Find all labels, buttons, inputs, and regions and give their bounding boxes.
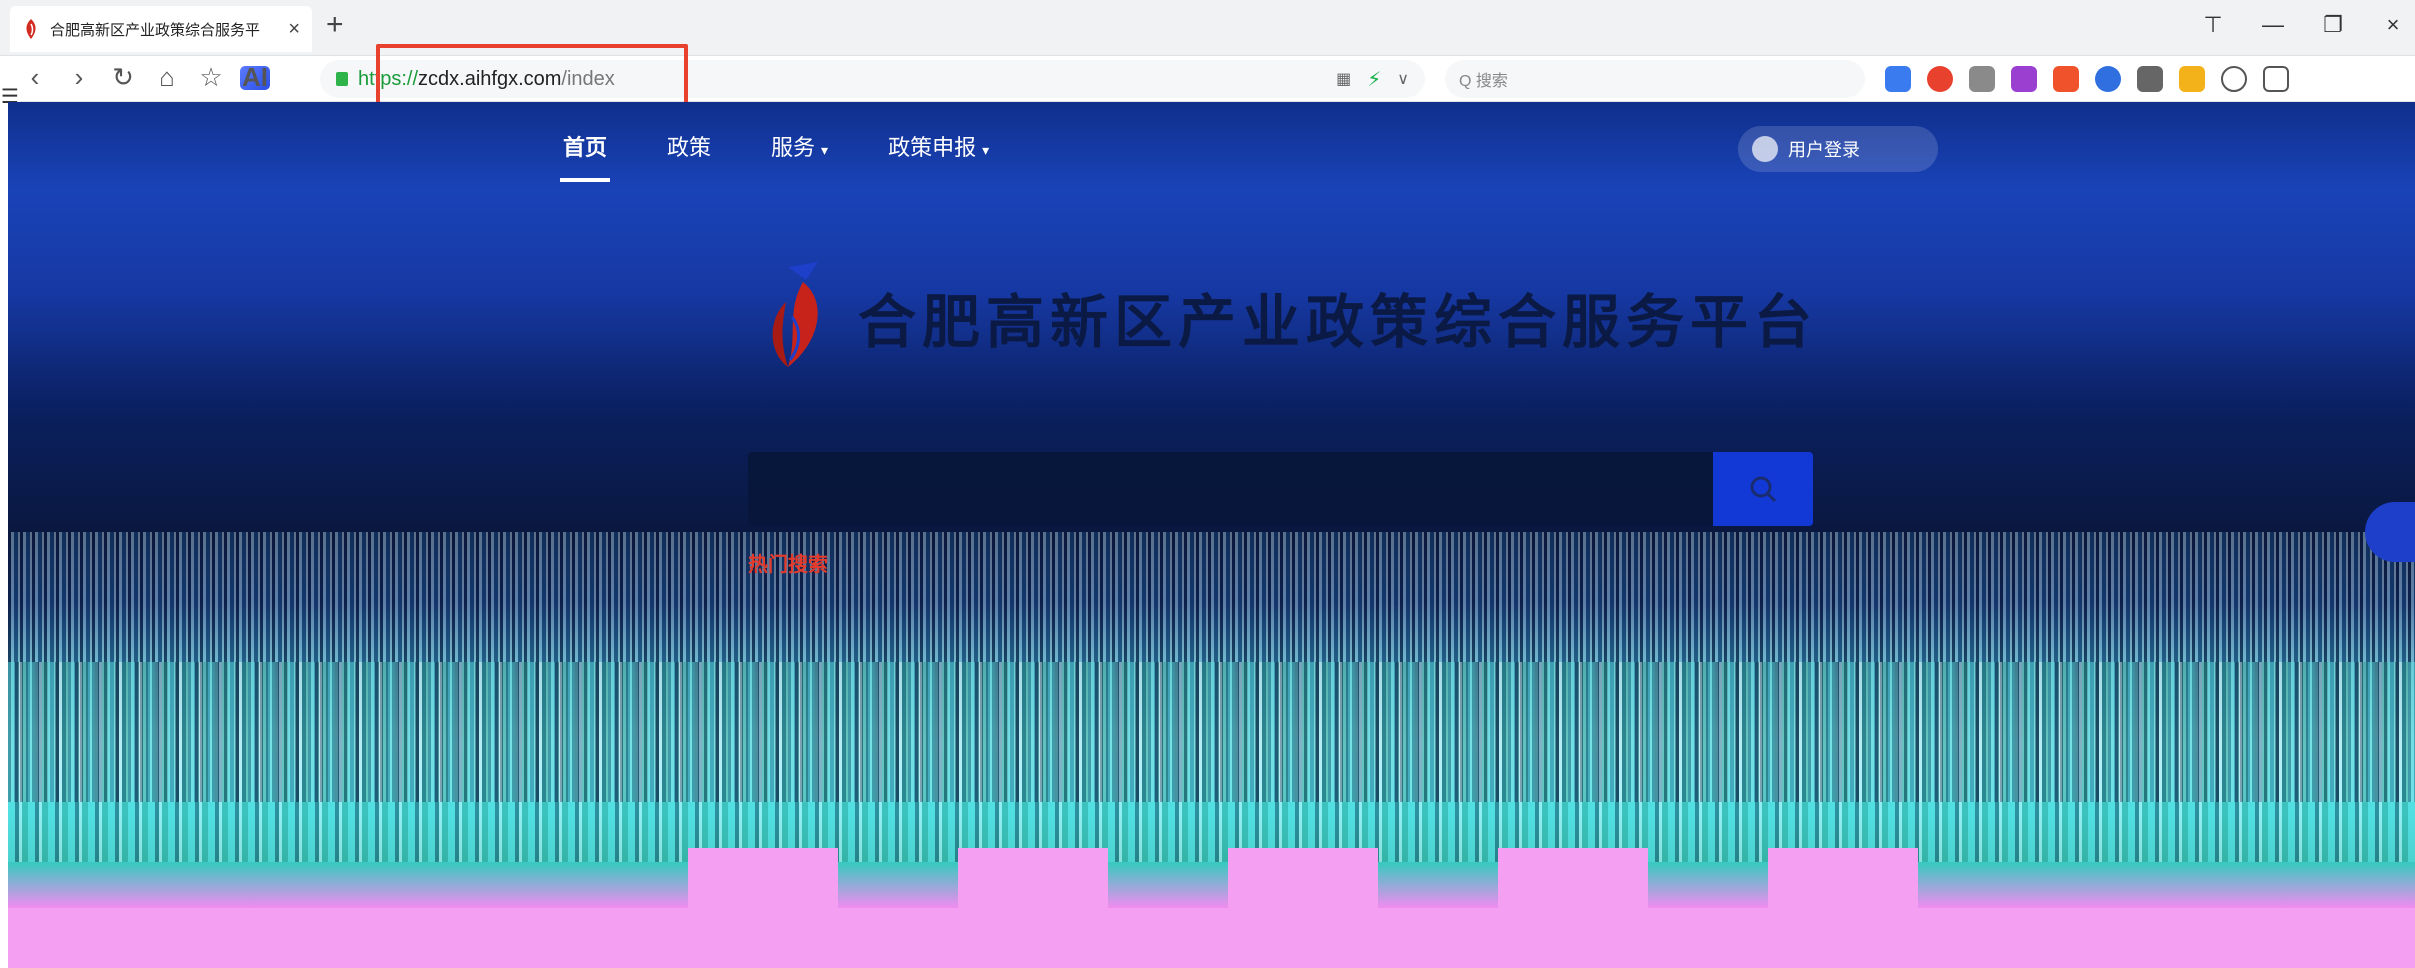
extension-icon[interactable] (2179, 66, 2205, 92)
site-search-input[interactable] (748, 452, 1713, 526)
brand-header: 合肥高新区产业政策综合服务平台 (758, 262, 1818, 372)
browser-tabstrip: 合肥高新区产业政策综合服务平 × + ⊤ — ❐ × (0, 0, 2415, 56)
qr-icon[interactable]: ▦ (1336, 69, 1351, 89)
brightness-icon[interactable] (2221, 66, 2247, 92)
skin-button[interactable]: ⊤ (2201, 12, 2225, 38)
city-skyline-reflection (8, 662, 2415, 862)
address-bar-actions: ▦ ⚡ ∨ (1336, 67, 1409, 92)
browser-tab[interactable]: 合肥高新区产业政策综合服务平 × (10, 6, 312, 52)
search-icon (1750, 476, 1777, 503)
user-icon (1752, 136, 1778, 162)
nav-service-label: 服务 (771, 135, 816, 160)
window-controls: ⊤ — ❐ × (2201, 12, 2405, 38)
login-button[interactable]: 用户登录 (1738, 126, 1938, 172)
decorative-blocks (688, 848, 1918, 908)
forward-button[interactable]: › (64, 62, 94, 93)
tab-title: 合肥高新区产业政策综合服务平 (50, 21, 261, 39)
nav-policy[interactable]: 政策 (667, 130, 711, 176)
hot-search-row: 热门搜索 (748, 542, 1848, 582)
nav-service[interactable]: 服务 ▾ (771, 130, 828, 176)
tab-close-icon[interactable]: × (288, 18, 300, 41)
url-text[interactable]: https://zcdx.aihfgx.com/index (358, 68, 615, 91)
address-bar[interactable]: https://zcdx.aihfgx.com/index ▦ ⚡ ∨ (320, 60, 1425, 98)
nav-buttons: ‹ › ↻ ⌂ ☆ AI (20, 62, 270, 93)
logo-icon (772, 262, 818, 367)
browser-toolbar: ‹ › ↻ ⌂ ☆ AI https://zcdx.aihfgx.com/ind… (0, 56, 2415, 102)
reload-button[interactable]: ↻ (108, 62, 138, 93)
nav-policy-apply-label: 政策申报 (888, 135, 977, 160)
search-tool-icon[interactable] (2095, 66, 2121, 92)
translate-icon[interactable] (2011, 66, 2037, 92)
new-tab-button[interactable]: + (326, 10, 344, 40)
apps-grid-icon[interactable] (2137, 66, 2163, 92)
chevron-down-icon: ▾ (821, 142, 829, 158)
bottom-band (8, 908, 2415, 968)
url-scheme: https:// (358, 67, 419, 90)
scissors-icon[interactable] (1969, 66, 1995, 92)
page-title: 合肥高新区产业政策综合服务平台 (858, 288, 1819, 356)
restore-button[interactable]: ❐ (2321, 12, 2345, 38)
home-button[interactable]: ⌂ (152, 62, 182, 93)
dropdown-icon[interactable]: ∨ (1397, 69, 1409, 89)
site-favicon-icon (26, 19, 36, 39)
hot-search-label: 热门搜索 (748, 553, 828, 576)
nav-home[interactable]: 首页 (563, 130, 607, 176)
mail-icon[interactable] (1885, 66, 1911, 92)
browser-search-input[interactable]: Q 搜索 (1445, 60, 1865, 98)
site-main-nav: 首页 政策 服务 ▾ 政策申报 ▾ (563, 130, 989, 176)
back-button[interactable]: ‹ (20, 62, 50, 93)
extension-icons (1885, 66, 2289, 92)
nav-policy-label: 政策 (667, 135, 712, 160)
url-path: /index (561, 67, 615, 90)
hero-section: 首页 政策 服务 ▾ 政策申报 ▾ 用户登录 合肥高新区产业政策综合服务平台 热门搜… (8, 102, 2415, 968)
game-icon[interactable] (2053, 66, 2079, 92)
login-label: 用户登录 (1788, 140, 1860, 160)
weibo-icon[interactable] (1927, 66, 1953, 92)
secure-lock-icon (336, 72, 348, 86)
nav-policy-apply[interactable]: 政策申报 ▾ (888, 130, 989, 176)
minimize-button[interactable]: — (2261, 12, 2285, 38)
undo-icon[interactable] (2263, 66, 2289, 92)
nav-home-label: 首页 (563, 135, 608, 160)
search-button[interactable] (1713, 452, 1813, 526)
speed-mode-icon[interactable]: ⚡ (1367, 67, 1381, 92)
site-search (748, 452, 1813, 526)
ai-assistant-button[interactable]: AI (240, 62, 270, 92)
url-host: zcdx.aihfgx.com (418, 67, 562, 90)
chevron-down-icon: ▾ (982, 142, 990, 158)
favorite-button[interactable]: ☆ (196, 62, 226, 93)
close-window-button[interactable]: × (2381, 12, 2405, 38)
